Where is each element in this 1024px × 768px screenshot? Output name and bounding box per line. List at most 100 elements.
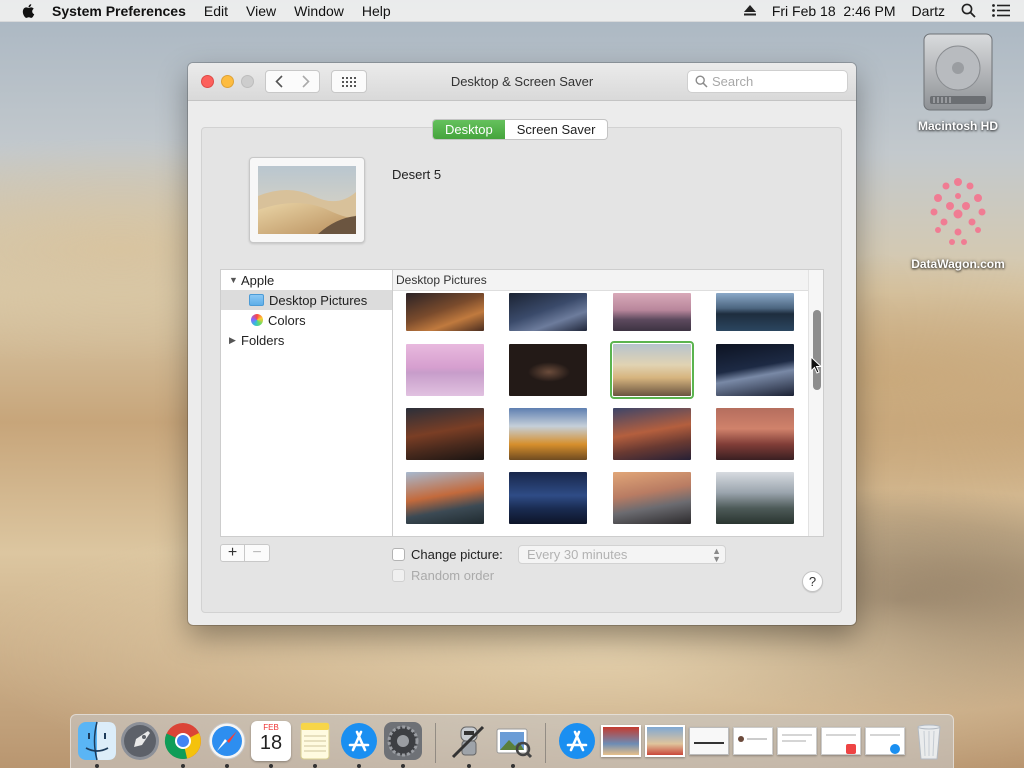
picture-name: Desert 5 xyxy=(392,167,442,182)
random-order-option[interactable]: Random order xyxy=(392,568,494,583)
disclosure-triangle-right-icon[interactable]: ▶ xyxy=(229,335,241,346)
eject-icon[interactable] xyxy=(743,5,756,16)
calendar-month: FEB xyxy=(263,723,279,732)
app-store-icon[interactable] xyxy=(339,721,379,761)
source-item-apple[interactable]: ▼ Apple xyxy=(221,270,392,290)
source-list: ▼ Apple Desktop Pictures Colors ▶ Folder… xyxy=(220,269,392,537)
dock-separator xyxy=(435,723,436,763)
wallpaper-thumbnail[interactable] xyxy=(406,408,484,460)
calendar-day: 18 xyxy=(259,732,283,754)
random-order-label: Random order xyxy=(411,568,495,583)
folder-icon xyxy=(249,294,264,306)
spotlight-search-icon[interactable] xyxy=(961,3,976,18)
desktop-icon-label: Macintosh HD xyxy=(917,119,998,133)
vertical-scrollbar[interactable] xyxy=(808,270,823,536)
source-item-folders[interactable]: ▶ Folders xyxy=(221,330,392,350)
wallpaper-thumbnail[interactable] xyxy=(613,472,691,524)
wallpaper-thumbnail[interactable] xyxy=(406,344,484,396)
wallpaper-thumbnail[interactable] xyxy=(406,293,484,331)
running-indicator xyxy=(511,764,515,768)
document-thumbnail-icon[interactable] xyxy=(733,727,773,755)
datawagon-icon xyxy=(930,178,986,245)
menu-app-name[interactable]: System Preferences xyxy=(52,3,186,19)
dock-separator xyxy=(545,723,546,763)
tab-screen-saver[interactable]: Screen Saver xyxy=(505,120,608,139)
notes-icon[interactable] xyxy=(295,721,335,761)
search-field[interactable] xyxy=(687,70,848,93)
search-input[interactable] xyxy=(712,74,842,89)
add-folder-button[interactable]: + xyxy=(220,544,245,562)
desktop-icon-macintosh-hd[interactable]: Macintosh HD xyxy=(903,32,1013,133)
color-wheel-icon xyxy=(251,314,263,326)
change-picture-checkbox[interactable] xyxy=(392,548,405,561)
wallpaper-thumbnail-selected[interactable] xyxy=(610,341,694,399)
source-item-label: Desktop Pictures xyxy=(269,292,368,308)
document-thumbnail-icon[interactable] xyxy=(865,727,905,755)
wallpaper-thumbnail[interactable] xyxy=(716,472,794,524)
tab-desktop[interactable]: Desktop xyxy=(433,120,505,139)
wallpaper-thumbnail[interactable] xyxy=(509,344,587,396)
desktop-icon-label: DataWagon.com xyxy=(911,257,1005,271)
running-indicator xyxy=(225,764,229,768)
wallpaper-thumbnail[interactable] xyxy=(613,293,691,331)
wallpaper-thumbnail[interactable] xyxy=(716,344,794,396)
menu-edit[interactable]: Edit xyxy=(204,3,228,19)
add-remove-control: + − xyxy=(220,544,270,562)
dock: FEB 18 xyxy=(70,714,954,768)
running-indicator xyxy=(401,764,405,768)
source-item-colors[interactable]: Colors xyxy=(221,310,392,330)
menu-help[interactable]: Help xyxy=(362,3,391,19)
menu-clock[interactable]: Fri Feb 18 2:46 PM xyxy=(772,3,896,19)
window-thumbnail-icon[interactable] xyxy=(689,727,729,755)
automator-icon[interactable] xyxy=(449,721,489,761)
remove-folder-button[interactable]: − xyxy=(245,544,270,562)
wallpaper-thumbnail[interactable] xyxy=(716,293,794,331)
wallpaper-thumbnail[interactable] xyxy=(613,408,691,460)
running-indicator xyxy=(467,764,471,768)
document-thumbnail-icon[interactable] xyxy=(821,727,861,755)
system-preferences-icon[interactable] xyxy=(383,721,423,761)
change-picture-option[interactable]: Change picture: xyxy=(392,547,503,562)
title-bar[interactable]: Desktop & Screen Saver xyxy=(188,63,856,101)
finder-icon[interactable] xyxy=(77,721,117,761)
notification-center-icon[interactable] xyxy=(992,4,1010,17)
calendar-icon[interactable]: FEB 18 xyxy=(251,721,291,761)
trash-icon[interactable] xyxy=(909,721,949,761)
document-thumbnail-icon[interactable] xyxy=(777,727,817,755)
chrome-icon[interactable] xyxy=(163,721,203,761)
app-store-icon[interactable] xyxy=(557,721,597,761)
wallpaper-thumbnail[interactable] xyxy=(509,472,587,524)
scrollbar-knob[interactable] xyxy=(813,310,821,390)
source-item-label: Folders xyxy=(241,332,285,348)
help-button[interactable]: ? xyxy=(802,571,823,592)
wallpaper-thumbnail[interactable] xyxy=(509,293,587,331)
pictures-grid: Desktop Pictures xyxy=(392,269,824,537)
photo-thumbnail-icon[interactable] xyxy=(645,725,685,757)
change-picture-label: Change picture: xyxy=(411,547,503,562)
source-item-desktop-pictures[interactable]: Desktop Pictures xyxy=(221,290,392,310)
running-indicator xyxy=(313,764,317,768)
menu-window[interactable]: Window xyxy=(294,3,344,19)
launchpad-icon[interactable] xyxy=(120,721,160,761)
preferences-window: Desktop & Screen Saver Desktop Screen Sa… xyxy=(188,63,856,625)
apple-logo-icon[interactable] xyxy=(20,3,38,19)
disclosure-triangle-down-icon[interactable]: ▼ xyxy=(229,275,241,285)
menu-view[interactable]: View xyxy=(246,3,276,19)
interval-popup[interactable]: Every 30 minutes ▲ ▼ xyxy=(518,545,726,564)
safari-icon[interactable] xyxy=(207,721,247,761)
wallpaper-thumbnail[interactable] xyxy=(509,408,587,460)
menu-user[interactable]: Dartz xyxy=(912,3,945,19)
interval-value: Every 30 minutes xyxy=(527,547,628,562)
wallpaper-thumbnail[interactable] xyxy=(716,408,794,460)
running-indicator xyxy=(357,764,361,768)
running-indicator xyxy=(269,764,273,768)
desktop-icon-datawagon[interactable]: DataWagon.com xyxy=(903,172,1013,271)
search-icon xyxy=(695,75,708,88)
grid-header: Desktop Pictures xyxy=(393,270,808,291)
wallpaper-thumbnail[interactable] xyxy=(406,472,484,524)
hard-drive-icon xyxy=(923,33,993,111)
current-picture-preview xyxy=(249,157,365,243)
photo-thumbnail-icon[interactable] xyxy=(601,725,641,757)
preview-icon[interactable] xyxy=(493,721,533,761)
random-order-checkbox[interactable] xyxy=(392,569,405,582)
